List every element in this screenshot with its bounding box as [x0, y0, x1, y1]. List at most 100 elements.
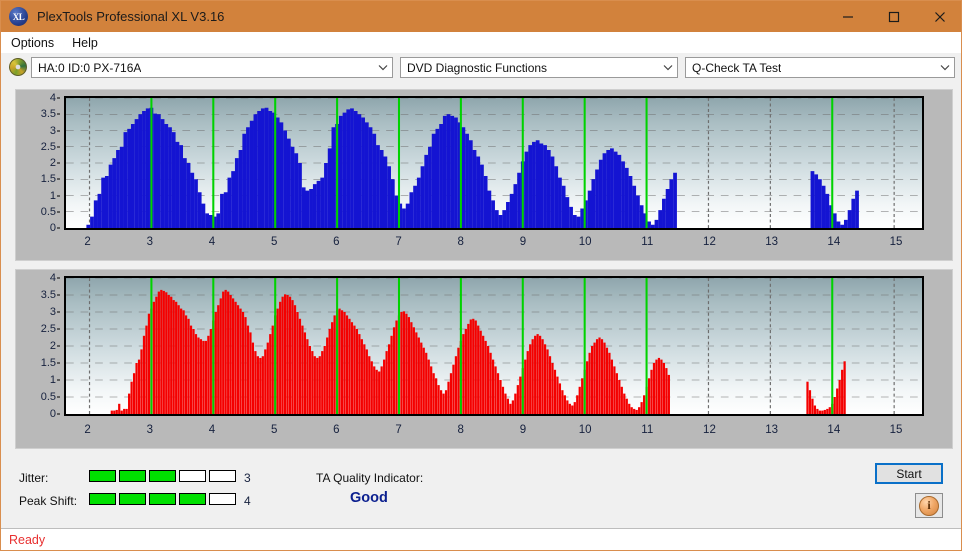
y-axis-tick — [57, 311, 60, 313]
ta-quality-value: Good — [350, 490, 388, 506]
y-axis-tick-label: 0 — [49, 222, 56, 234]
y-axis-tick-label: 2.5 — [40, 140, 56, 153]
x-axis-tick-label: 9 — [519, 424, 527, 436]
start-button[interactable]: Start — [875, 463, 943, 484]
minimize-icon[interactable] — [825, 1, 871, 32]
meter-segment — [209, 493, 236, 505]
meter-segment — [89, 470, 116, 482]
y-axis-tick — [57, 162, 60, 164]
drive-select[interactable]: HA:0 ID:0 PX-716A — [31, 57, 393, 78]
y-axis-tick-label: 2 — [49, 340, 56, 352]
x-axis-tick-label: 11 — [641, 424, 654, 436]
y-axis-tick — [57, 146, 60, 148]
y-axis-tick — [57, 362, 60, 364]
status-text: Ready — [9, 533, 46, 547]
x-axis-tick-label: 11 — [641, 236, 654, 248]
menu-item-options[interactable]: Options — [3, 34, 62, 52]
y-axis-tick — [57, 113, 60, 115]
status-bar: Ready — [1, 528, 961, 550]
x-axis-tick-label: 9 — [519, 236, 527, 248]
chevron-down-icon — [936, 64, 954, 71]
title-bar: XL PlexTools Professional XL V3.16 — [1, 1, 961, 32]
jitter-chart-plot-wrap — [64, 96, 924, 230]
drive-select-value: HA:0 ID:0 PX-716A — [38, 60, 142, 75]
y-axis-tick-label: 2.5 — [40, 323, 56, 335]
y-axis-tick-label: 0.5 — [40, 391, 56, 403]
plextools-window: XL PlexTools Professional XL V3.16 Optio… — [0, 0, 962, 551]
x-axis-tick-label: 2 — [84, 424, 91, 436]
x-axis-tick-label: 10 — [578, 424, 592, 436]
y-axis-tick-label: 1 — [49, 189, 56, 202]
x-axis-tick-label: 7 — [395, 424, 402, 436]
y-axis-tick — [57, 345, 60, 347]
y-axis-tick — [57, 294, 60, 296]
window-title: PlexTools Professional XL V3.16 — [37, 9, 225, 24]
y-axis-tick — [57, 328, 60, 330]
chevron-down-icon — [374, 64, 392, 71]
y-axis-tick-label: 3 — [49, 124, 56, 137]
x-axis-tick-label: 13 — [765, 236, 779, 248]
x-axis-tick-label: 13 — [765, 424, 779, 436]
jitter-chart-panel: 0 0.5 1 1.5 2 2.5 3 3.5 4 2 3 4 5 6 7 8 9 10 11 12 13 14 15 — [15, 89, 953, 261]
peak-shift-chart-plot — [64, 276, 924, 416]
x-axis-tick-label: 12 — [703, 424, 716, 436]
meter-segment — [119, 493, 146, 505]
y-axis-tick — [57, 396, 60, 398]
test-select[interactable]: Q-Check TA Test — [685, 57, 955, 78]
y-axis-tick — [57, 379, 60, 381]
info-icon: i — [919, 495, 939, 516]
jitter-value: 3 — [244, 471, 251, 485]
x-axis-tick-label: 8 — [457, 236, 464, 248]
y-axis-tick — [57, 97, 60, 99]
disc-icon — [9, 58, 27, 76]
x-axis-tick-label: 10 — [578, 236, 592, 248]
peak-shift-chart-x-axis: 2 3 4 5 6 7 8 9 10 11 12 13 14 15 — [64, 424, 924, 440]
x-axis-tick-label: 3 — [146, 424, 154, 436]
y-axis-tick — [57, 277, 60, 279]
peak-shift-chart-plot-wrap — [64, 276, 924, 416]
x-axis-tick-label: 12 — [703, 236, 716, 248]
x-axis-tick-label: 14 — [827, 424, 841, 436]
app-logo-icon: XL — [9, 7, 28, 26]
peak-shift-label: Peak Shift: — [19, 494, 78, 508]
y-axis-tick-label: 0 — [49, 408, 56, 420]
y-axis-tick-label: 1.5 — [40, 173, 56, 186]
y-axis-tick — [57, 211, 60, 213]
peak-shift-chart-svg — [66, 278, 922, 414]
x-axis-tick-label: 6 — [333, 236, 340, 248]
jitter-chart-plot — [64, 96, 924, 230]
x-axis-tick-label: 3 — [146, 236, 154, 248]
x-axis-tick-label: 14 — [827, 236, 841, 248]
window-controls — [825, 1, 961, 32]
y-axis-tick-label: 3.5 — [40, 108, 56, 121]
peak-shift-value: 4 — [244, 494, 251, 508]
x-axis-tick-label: 15 — [889, 236, 903, 248]
meter-segment — [179, 493, 206, 505]
y-axis-tick — [57, 178, 60, 180]
chevron-down-icon — [659, 64, 677, 71]
y-axis-tick — [57, 195, 60, 196]
close-icon[interactable] — [917, 1, 961, 32]
x-axis-tick-label: 4 — [208, 424, 216, 436]
maximize-icon[interactable] — [871, 1, 917, 32]
meter-segment — [179, 470, 206, 482]
x-axis-tick-label: 15 — [889, 424, 903, 436]
ta-quality-label: TA Quality Indicator: — [316, 471, 424, 485]
meter-segment — [89, 493, 116, 505]
y-axis-tick-label: 0.5 — [40, 205, 56, 218]
x-axis-tick-label: 8 — [457, 424, 464, 436]
y-axis-tick — [57, 130, 60, 131]
y-axis-tick — [57, 227, 60, 229]
meter-segment — [149, 493, 176, 505]
test-select-value: Q-Check TA Test — [692, 60, 782, 75]
y-axis-tick-label: 4 — [49, 92, 56, 104]
x-axis-tick-label: 5 — [270, 236, 278, 248]
x-axis-tick-label: 7 — [395, 236, 402, 248]
function-select-value: DVD Diagnostic Functions — [407, 60, 548, 75]
meter-segment — [119, 470, 146, 482]
menu-item-help[interactable]: Help — [64, 34, 106, 52]
jitter-meter — [89, 470, 236, 482]
y-axis-tick — [57, 413, 60, 415]
function-select[interactable]: DVD Diagnostic Functions — [400, 57, 678, 78]
info-button[interactable]: i — [915, 493, 943, 518]
